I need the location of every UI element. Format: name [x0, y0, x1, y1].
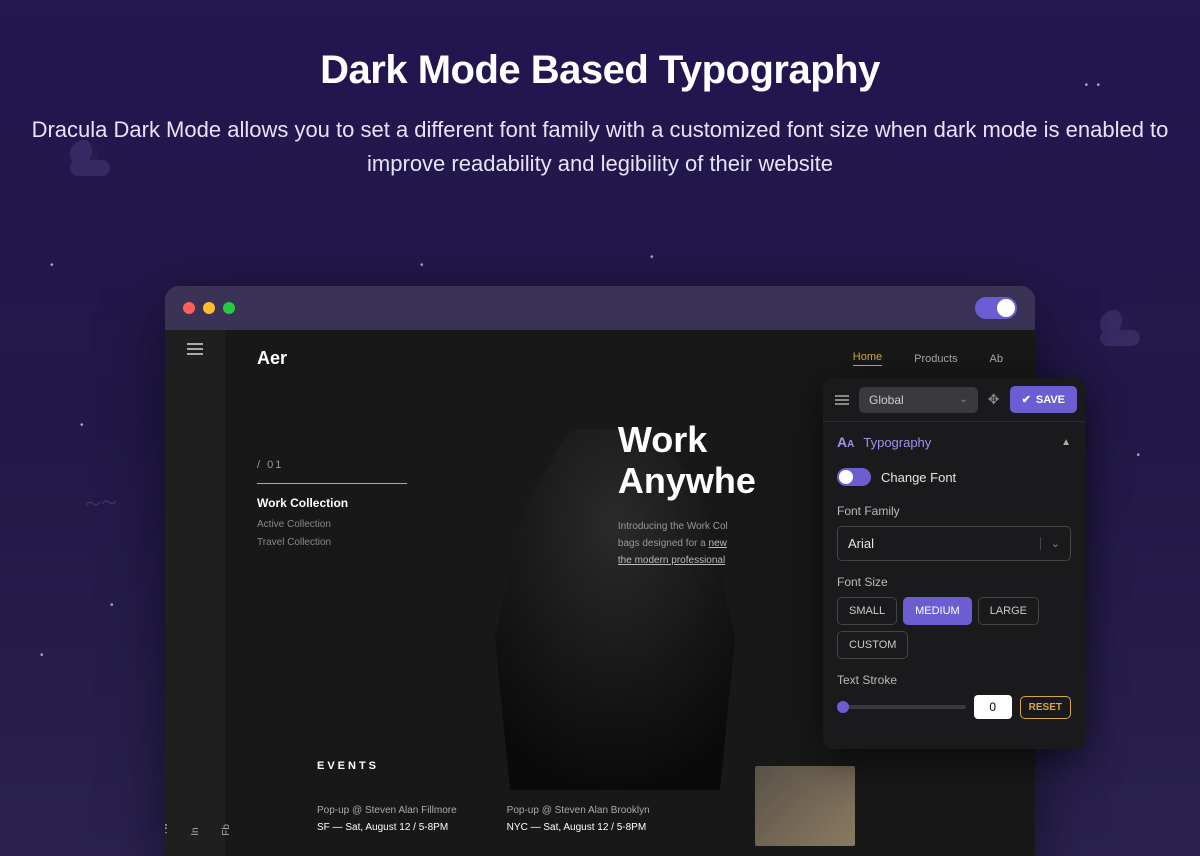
- scope-select[interactable]: Global ⌄: [859, 387, 978, 413]
- events-label: EVENTS: [317, 760, 379, 772]
- section-header-typography[interactable]: AA Typography ▲: [823, 422, 1085, 462]
- divider: [257, 483, 407, 484]
- text-stroke-label: Text Stroke: [837, 673, 1071, 687]
- typography-icon: AA: [837, 434, 854, 450]
- change-font-toggle[interactable]: [837, 468, 871, 486]
- moon-cloud-icon: [1100, 310, 1140, 346]
- star-icon: •: [110, 600, 114, 611]
- font-family-select[interactable]: Arial ⌄: [837, 526, 1071, 561]
- page-subtitle: Dracula Dark Mode allows you to set a di…: [0, 113, 1200, 181]
- scope-value: Global: [869, 393, 904, 407]
- chevron-down-icon: ⌄: [1040, 537, 1060, 550]
- browser-chrome: [165, 286, 1035, 330]
- panel-menu-icon[interactable]: [835, 399, 849, 401]
- social-tw[interactable]: Tw: [165, 823, 170, 836]
- window-maximize-icon[interactable]: [223, 302, 235, 314]
- move-icon[interactable]: ✥: [984, 390, 1004, 410]
- size-large-button[interactable]: LARGE: [978, 597, 1039, 625]
- brand-logo[interactable]: Aer: [257, 348, 287, 369]
- section-title-label: Typography: [863, 435, 931, 450]
- change-font-label: Change Font: [881, 470, 956, 485]
- star-icon: • •: [1085, 80, 1100, 91]
- font-family-value: Arial: [848, 536, 874, 551]
- site-nav: Aer Home Products Ab: [257, 348, 1003, 369]
- size-medium-button[interactable]: MEDIUM: [903, 597, 972, 625]
- star-icon: •: [1136, 450, 1140, 461]
- star-icon: •: [80, 420, 84, 431]
- size-custom-button[interactable]: CUSTOM: [837, 631, 908, 659]
- typography-panel: Global ⌄ ✥ ✔ SAVE AA Typography ▲ Change…: [823, 378, 1085, 749]
- nav-about[interactable]: Ab: [990, 353, 1003, 365]
- star-icon: •: [40, 650, 44, 661]
- nav-products[interactable]: Products: [914, 353, 957, 365]
- window-close-icon[interactable]: [183, 302, 195, 314]
- nav-home[interactable]: Home: [853, 351, 882, 366]
- caret-up-icon: ▲: [1061, 437, 1071, 448]
- size-small-button[interactable]: SMALL: [837, 597, 897, 625]
- bird-icon: 〜〜: [84, 489, 118, 516]
- event-item: Pop-up @ Steven Alan BrooklynNYC — Sat, …: [507, 802, 650, 836]
- font-family-label: Font Family: [837, 504, 1071, 518]
- menu-icon[interactable]: [187, 348, 203, 350]
- check-icon: ✔: [1022, 393, 1031, 406]
- text-stroke-slider[interactable]: [837, 705, 966, 709]
- social-in[interactable]: In: [190, 823, 201, 836]
- star-icon: •: [420, 260, 424, 271]
- dark-mode-toggle[interactable]: [975, 297, 1017, 319]
- event-item: Pop-up @ Steven Alan FillmoreSF — Sat, A…: [317, 802, 457, 836]
- moon-cloud-icon: [70, 140, 110, 176]
- chevron-down-icon: ⌄: [959, 394, 967, 405]
- site-sidebar: Tw In Fb: [165, 330, 225, 856]
- page-title: Dark Mode Based Typography: [0, 48, 1200, 93]
- star-icon: •: [50, 260, 54, 271]
- star-icon: •: [650, 252, 654, 263]
- reset-button[interactable]: RESET: [1020, 696, 1071, 719]
- event-thumbnail: [755, 766, 855, 846]
- window-minimize-icon[interactable]: [203, 302, 215, 314]
- text-stroke-value[interactable]: 0: [974, 695, 1012, 719]
- save-button[interactable]: ✔ SAVE: [1010, 386, 1077, 413]
- font-size-label: Font Size: [837, 575, 1071, 589]
- section-index: / 01: [257, 459, 578, 471]
